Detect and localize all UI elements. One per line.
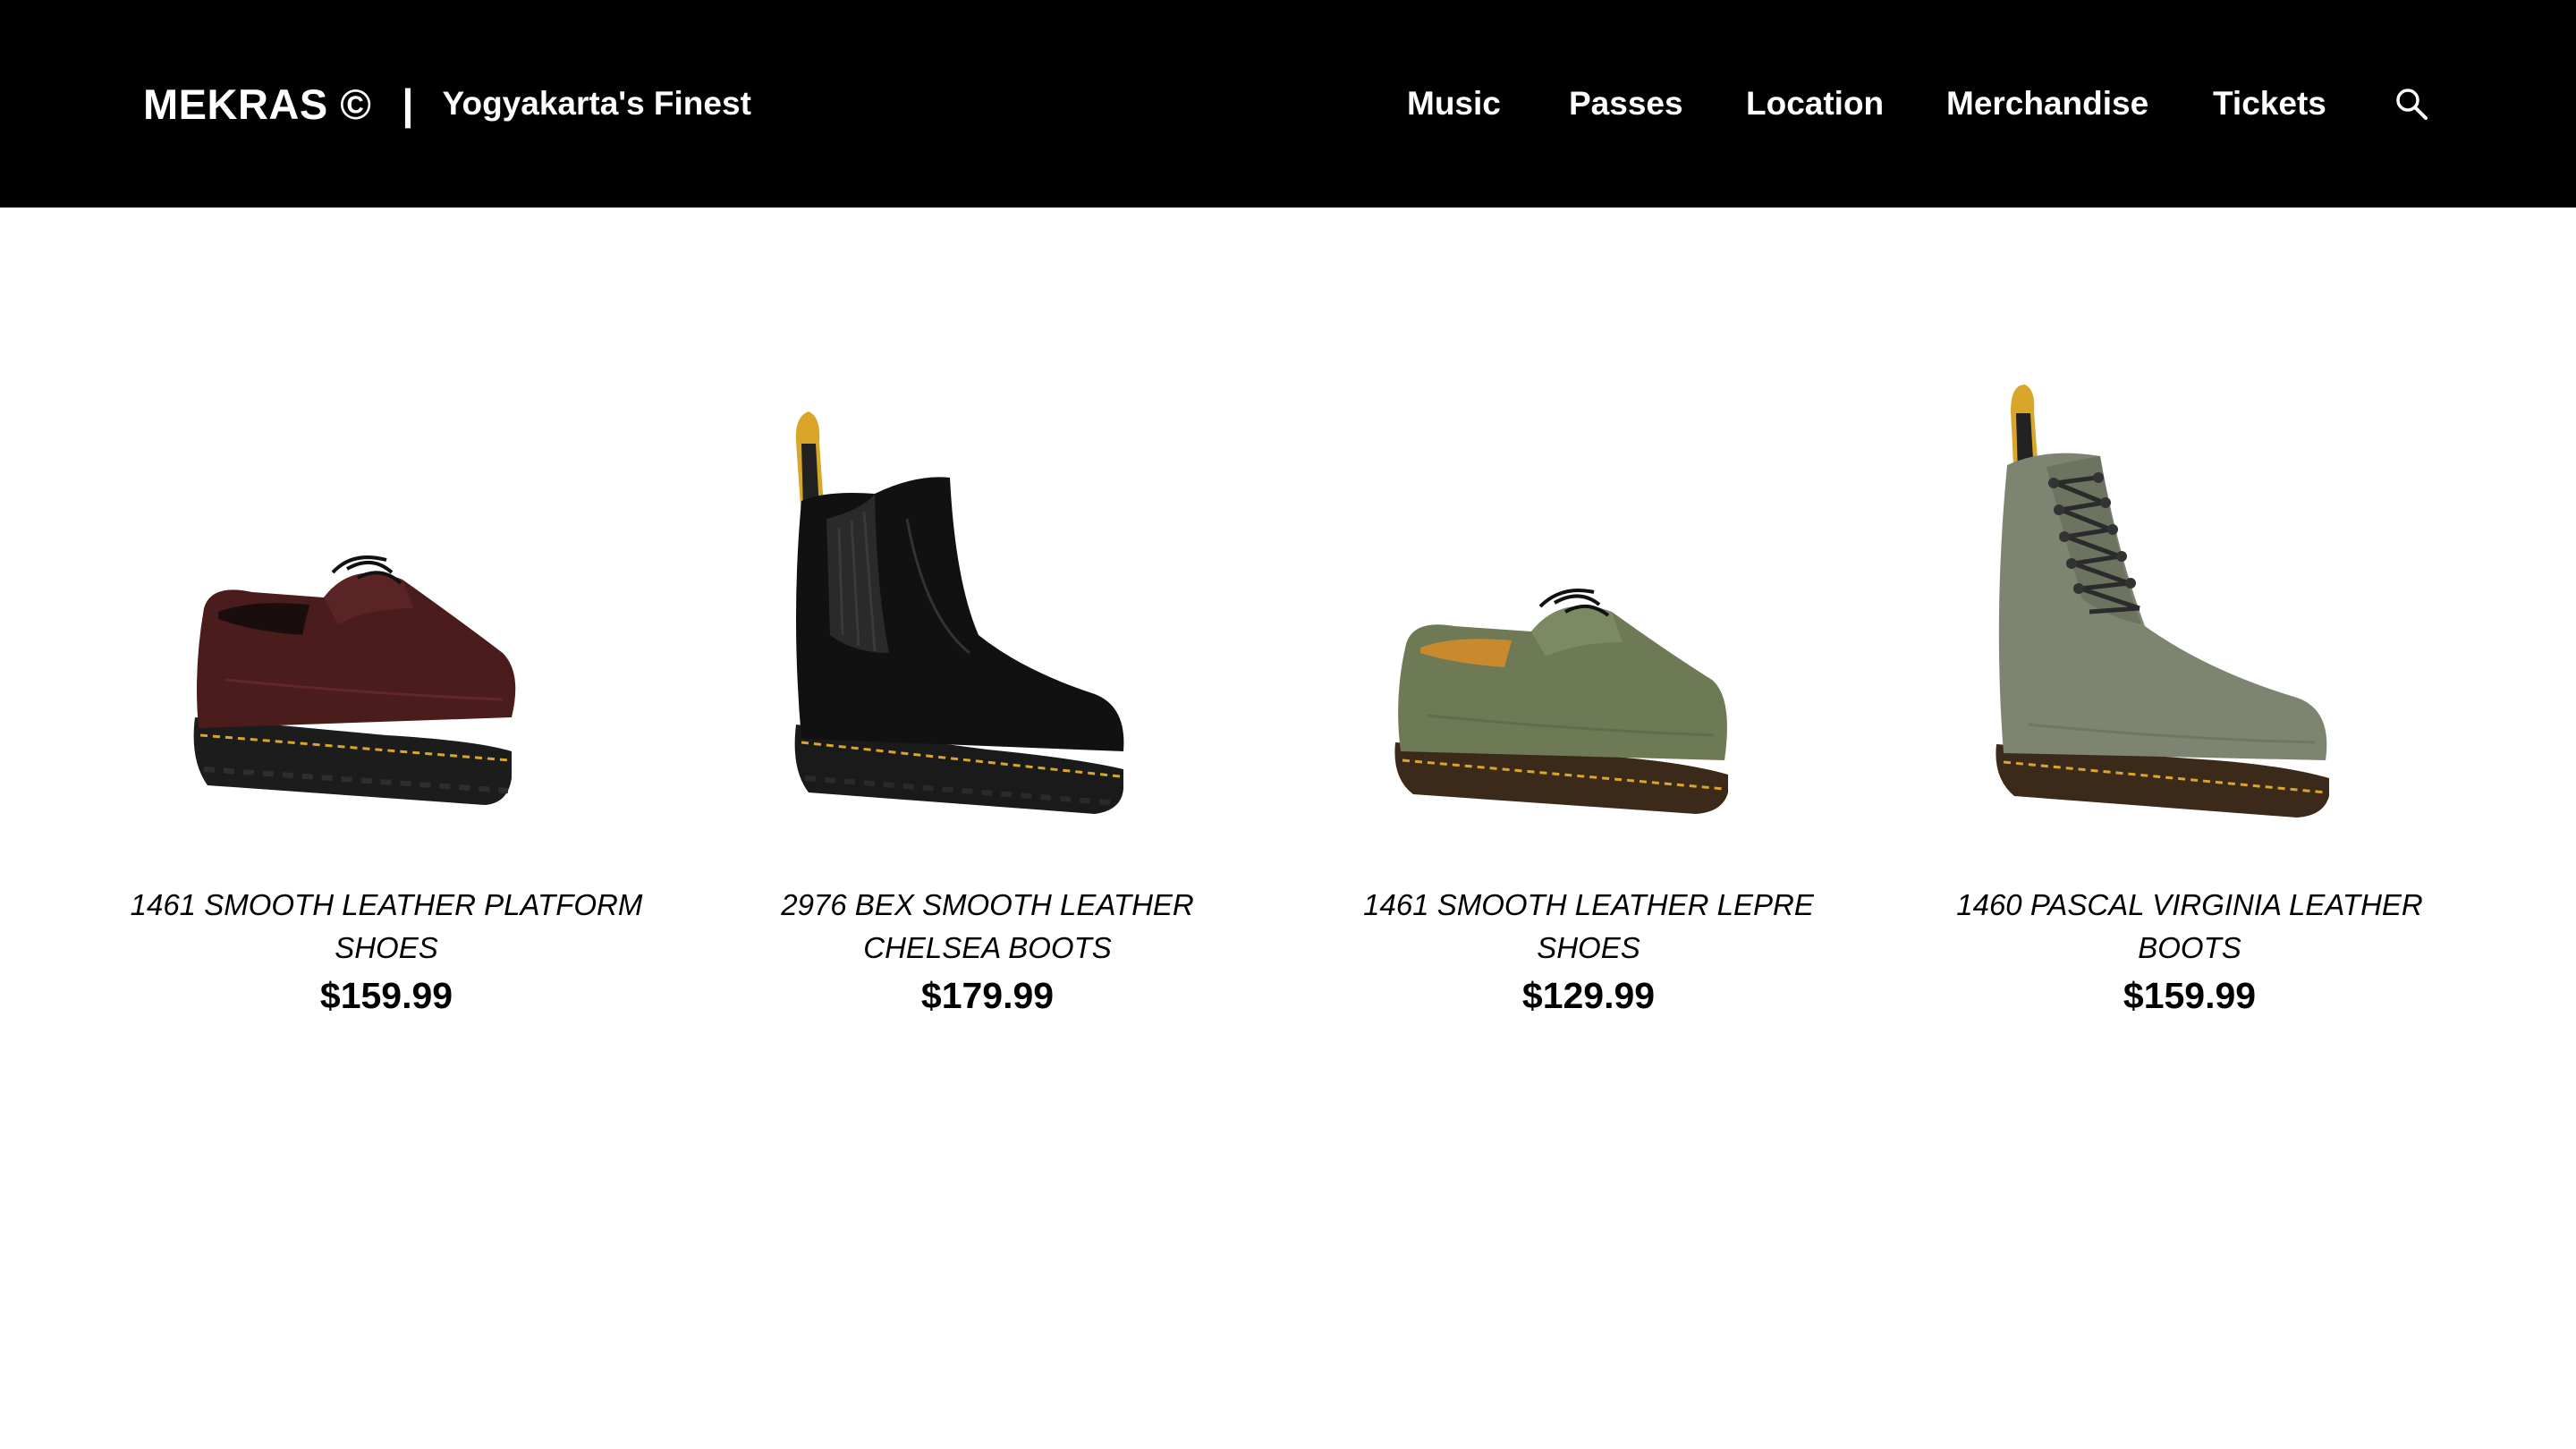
product-price: $159.99 — [319, 975, 453, 1016]
black-chelsea-boot-image[interactable] — [719, 385, 1256, 850]
oxblood-platform-shoe-image[interactable] — [118, 385, 655, 850]
nav-location[interactable]: Location — [1746, 85, 1884, 123]
green-derby-shoe-image[interactable] — [1320, 385, 1857, 850]
product-price: $179.99 — [920, 975, 1055, 1016]
nav-tickets[interactable]: Tickets — [2213, 85, 2326, 123]
nav-merchandise[interactable]: Merchandise — [1946, 85, 2148, 123]
top-nav-bar: MEKRAS © | Yogyakarta's Finest Music Pas… — [0, 0, 2576, 208]
product-card[interactable]: 1460 PASCAL VIRGINIA LEATHER BOOTS $159.… — [1921, 385, 2458, 1046]
nav-music[interactable]: Music — [1407, 85, 1501, 123]
product-name[interactable]: 1460 PASCAL VIRGINIA LEATHER BOOTS — [1921, 884, 2458, 970]
product-price: $159.99 — [2123, 975, 2257, 1016]
product-name[interactable]: 2976 BEX SMOOTH LEATHER CHELSEA BOOTS — [719, 884, 1256, 970]
nav-passes[interactable]: Passes — [1569, 85, 1683, 123]
product-card[interactable]: 1461 SMOOTH LEATHER PLATFORM SHOES $159.… — [118, 385, 655, 1046]
product-name[interactable]: 1461 SMOOTH LEATHER PLATFORM SHOES — [118, 884, 655, 970]
grey-green-lace-boot-image[interactable] — [1921, 385, 2458, 850]
main-nav: Music Passes Location Merchandise Ticket… — [0, 75, 2576, 132]
product-name[interactable]: 1461 SMOOTH LEATHER LEPRE SHOES — [1320, 884, 1857, 970]
product-price: $129.99 — [1521, 975, 1656, 1016]
product-card[interactable]: 1461 SMOOTH LEATHER LEPRE SHOES $129.99 — [1320, 385, 1857, 1046]
product-card[interactable]: 2976 BEX SMOOTH LEATHER CHELSEA BOOTS $1… — [719, 385, 1256, 1046]
search-icon[interactable] — [2394, 86, 2429, 122]
